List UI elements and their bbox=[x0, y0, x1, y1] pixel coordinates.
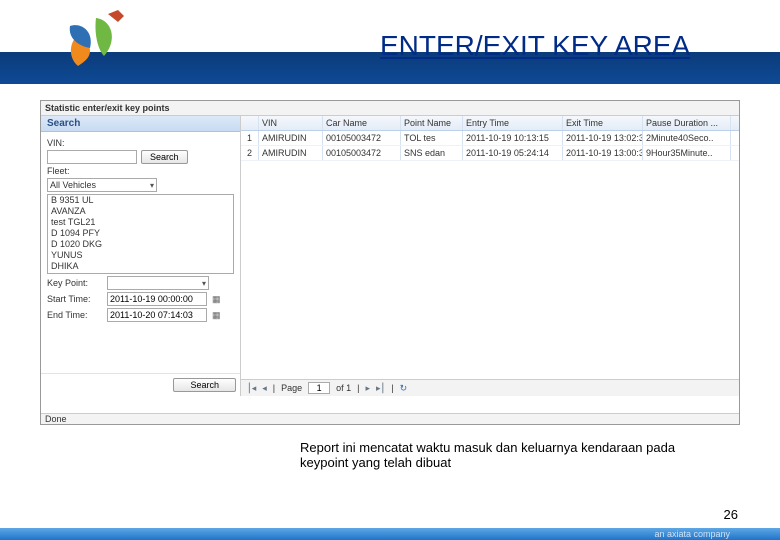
table-row[interactable]: 2 AMIRUDIN 00105003472 SNS edan 2011-10-… bbox=[241, 146, 739, 161]
cell-exit: 2011-10-19 13:02:30 bbox=[563, 131, 643, 145]
end-time-input[interactable] bbox=[107, 308, 207, 322]
table-row[interactable]: 1 AMIRUDIN 00105003472 TOL tes 2011-10-1… bbox=[241, 131, 739, 146]
list-item[interactable]: test TGL21 bbox=[48, 217, 233, 228]
cell-entry: 2011-10-19 05:24:14 bbox=[463, 146, 563, 160]
pager-first-icon[interactable]: ⎮◂ bbox=[247, 383, 256, 394]
vin-input[interactable] bbox=[47, 150, 137, 164]
pager-page-input[interactable] bbox=[308, 382, 330, 394]
cell-dur: 9Hour35Minute.. bbox=[643, 146, 731, 160]
slide-page-number: 26 bbox=[724, 507, 738, 522]
vin-label: VIN: bbox=[47, 138, 103, 148]
start-time-label: Start Time: bbox=[47, 294, 103, 304]
pager: ⎮◂ ◂ | Page of 1 | ▸ ▸⎮ | ↻ bbox=[241, 379, 739, 396]
list-item[interactable]: D 1094 PFY bbox=[48, 228, 233, 239]
cell-vin: AMIRUDIN bbox=[259, 146, 323, 160]
list-item[interactable]: D 1020 DKG bbox=[48, 239, 233, 250]
cell-point: SNS edan bbox=[401, 146, 463, 160]
slide-caption: Report ini mencatat waktu masuk dan kelu… bbox=[300, 440, 700, 470]
cell-point: TOL tes bbox=[401, 131, 463, 145]
pager-of-label: of 1 bbox=[336, 383, 351, 393]
calendar-icon[interactable]: ▦ bbox=[212, 294, 221, 305]
cell-entry: 2011-10-19 10:13:15 bbox=[463, 131, 563, 145]
status-bar: Done bbox=[41, 413, 739, 424]
cell-dur: 2Minute40Seco.. bbox=[643, 131, 731, 145]
col-idx[interactable] bbox=[241, 116, 259, 130]
slide-title: ENTER/EXIT KEY AREA bbox=[380, 30, 690, 62]
chevron-down-icon: ▾ bbox=[202, 279, 206, 288]
col-pointname[interactable]: Point Name bbox=[401, 116, 463, 130]
pager-next-icon[interactable]: ▸ bbox=[365, 383, 370, 394]
pager-prev-icon[interactable]: ◂ bbox=[262, 383, 267, 394]
fleet-select[interactable]: All Vehicles ▾ bbox=[47, 178, 157, 192]
cell-vin: AMIRUDIN bbox=[259, 131, 323, 145]
chevron-down-icon: ▾ bbox=[150, 181, 154, 190]
cell-idx: 2 bbox=[241, 146, 259, 160]
col-duration[interactable]: Pause Duration ... bbox=[643, 116, 731, 130]
start-time-input[interactable] bbox=[107, 292, 207, 306]
list-item[interactable]: DHIKA bbox=[48, 261, 233, 272]
frame-title: Statistic enter/exit key points bbox=[41, 101, 739, 116]
fleet-select-value: All Vehicles bbox=[50, 180, 96, 190]
col-exit[interactable]: Exit Time bbox=[563, 116, 643, 130]
vin-search-button[interactable]: Search bbox=[141, 150, 188, 164]
col-vin[interactable]: VIN bbox=[259, 116, 323, 130]
keypoint-select[interactable]: ▾ bbox=[107, 276, 209, 290]
footer-text: an axiata company bbox=[654, 529, 730, 539]
cell-car: 00105003472 bbox=[323, 146, 401, 160]
list-item[interactable]: AVANZA bbox=[48, 206, 233, 217]
brand-logo bbox=[48, 6, 138, 76]
fleet-label: Fleet: bbox=[47, 166, 103, 176]
list-item[interactable]: B 9351 UL bbox=[48, 195, 233, 206]
cell-idx: 1 bbox=[241, 131, 259, 145]
results-panel: VIN Car Name Point Name Entry Time Exit … bbox=[241, 116, 739, 396]
search-panel: Search VIN: Search Fleet: All Vehicles ▾ bbox=[41, 116, 241, 396]
calendar-icon[interactable]: ▦ bbox=[212, 310, 221, 321]
cell-exit: 2011-10-19 13:00:30 bbox=[563, 146, 643, 160]
cell-car: 00105003472 bbox=[323, 131, 401, 145]
search-button[interactable]: Search bbox=[173, 378, 236, 392]
vehicle-listbox[interactable]: B 9351 UL AVANZA test TGL21 D 1094 PFY D… bbox=[47, 194, 234, 274]
refresh-icon[interactable]: ↻ bbox=[400, 383, 408, 394]
list-item[interactable]: YUNUS bbox=[48, 250, 233, 261]
app-frame: Statistic enter/exit key points Search V… bbox=[40, 100, 740, 425]
col-carname[interactable]: Car Name bbox=[323, 116, 401, 130]
grid-header: VIN Car Name Point Name Entry Time Exit … bbox=[241, 116, 739, 131]
pager-page-label: Page bbox=[281, 383, 302, 393]
end-time-label: End Time: bbox=[47, 310, 103, 320]
results-grid: VIN Car Name Point Name Entry Time Exit … bbox=[241, 116, 739, 379]
keypoint-label: Key Point: bbox=[47, 278, 103, 288]
col-entry[interactable]: Entry Time bbox=[463, 116, 563, 130]
list-item[interactable]: RANGKI bbox=[48, 272, 233, 274]
search-panel-header: Search bbox=[41, 116, 240, 132]
pager-last-icon[interactable]: ▸⎮ bbox=[376, 383, 385, 394]
